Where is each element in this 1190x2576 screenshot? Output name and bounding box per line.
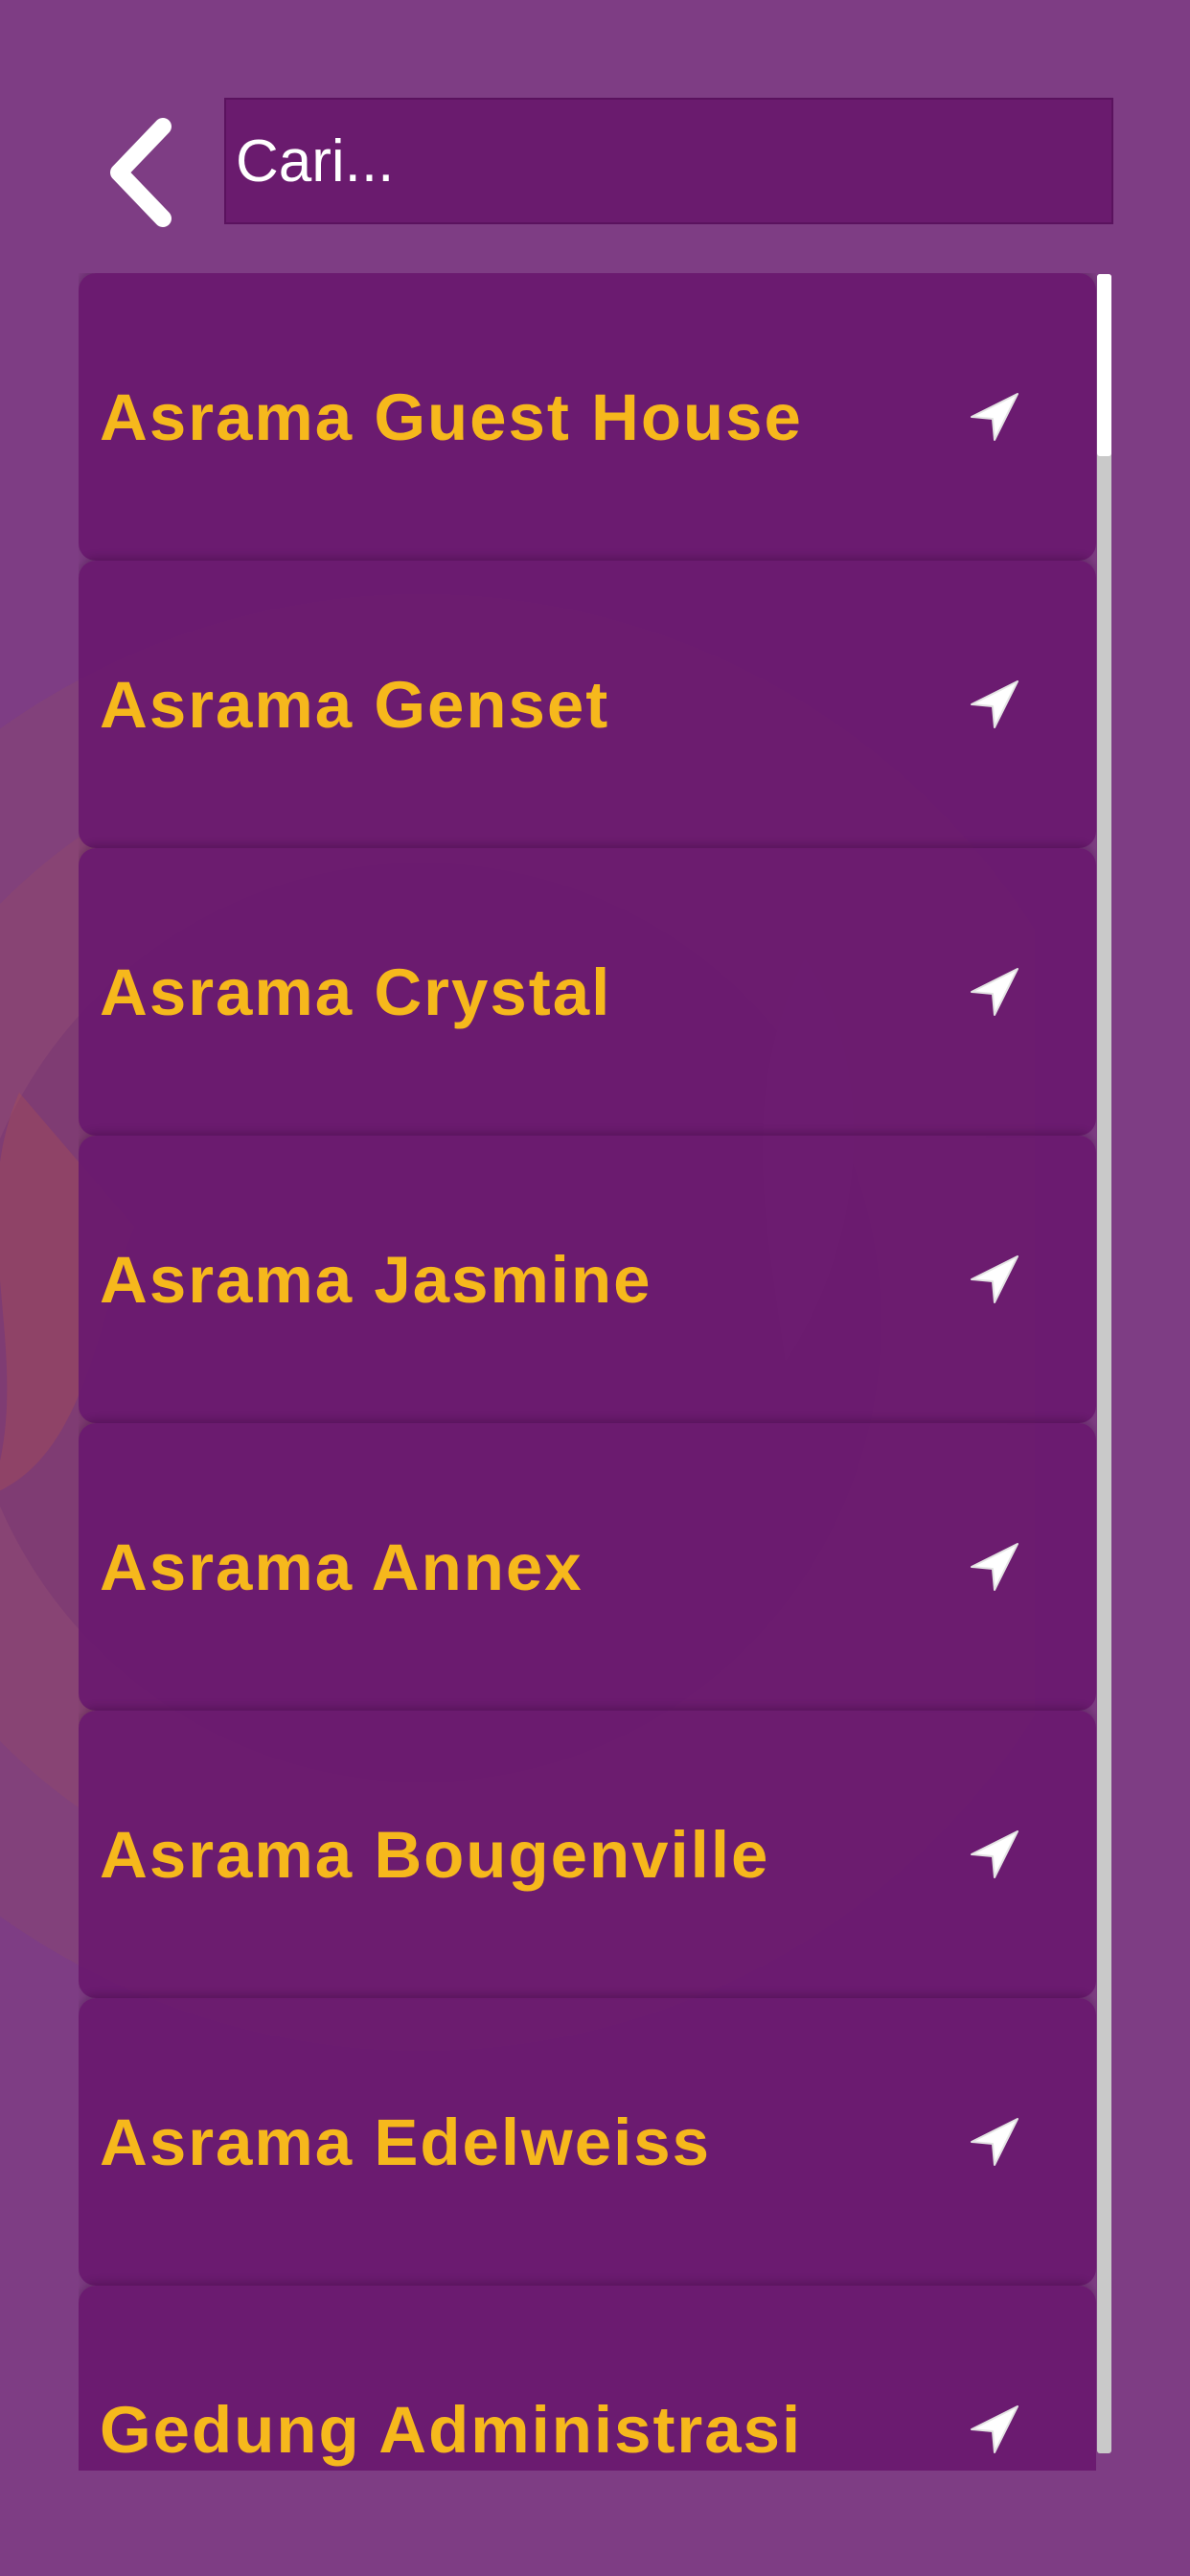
list-item[interactable]: Asrama Genset bbox=[79, 561, 1096, 848]
list-item[interactable]: Asrama Jasmine bbox=[79, 1136, 1096, 1423]
navigate-button[interactable] bbox=[960, 1532, 1029, 1601]
navigate-button[interactable] bbox=[960, 2395, 1029, 2464]
navigate-button[interactable] bbox=[960, 1820, 1029, 1889]
list-item-label: Asrama Guest House bbox=[100, 380, 803, 454]
list-item[interactable]: Asrama Edelweiss bbox=[79, 1998, 1096, 2286]
navigate-button[interactable] bbox=[960, 382, 1029, 451]
list-item-label: Asrama Crystal bbox=[100, 954, 612, 1029]
navigation-arrow-icon bbox=[971, 2118, 1018, 2166]
back-button[interactable] bbox=[103, 115, 184, 230]
list-item-label: Asrama Annex bbox=[100, 1530, 584, 1604]
list-item-label: Asrama Jasmine bbox=[100, 1242, 652, 1317]
navigate-button[interactable] bbox=[960, 957, 1029, 1026]
list-item[interactable]: Gedung Administrasi bbox=[79, 2286, 1096, 2471]
navigation-arrow-icon bbox=[971, 1543, 1018, 1591]
list-item[interactable]: Asrama Guest House bbox=[79, 273, 1096, 561]
list-item-label: Asrama Edelweiss bbox=[100, 2104, 712, 2179]
navigation-arrow-icon bbox=[971, 393, 1018, 441]
navigation-arrow-icon bbox=[971, 1830, 1018, 1878]
navigation-arrow-icon bbox=[971, 680, 1018, 728]
list-item-label: Asrama Bougenville bbox=[100, 1817, 770, 1892]
app-screen: Asrama Guest House Asrama Genset Asrama … bbox=[0, 0, 1190, 2576]
navigation-arrow-icon bbox=[971, 2405, 1018, 2453]
list-item-label: Asrama Genset bbox=[100, 667, 610, 742]
list-item[interactable]: Asrama Bougenville bbox=[79, 1711, 1096, 1998]
list-item[interactable]: Asrama Crystal bbox=[79, 848, 1096, 1136]
chevron-left-icon bbox=[110, 118, 172, 227]
navigate-button[interactable] bbox=[960, 670, 1029, 739]
navigate-button[interactable] bbox=[960, 1245, 1029, 1314]
list-scrollbar[interactable] bbox=[1097, 274, 1111, 2453]
navigate-button[interactable] bbox=[960, 2107, 1029, 2176]
list-item[interactable]: Asrama Annex bbox=[79, 1423, 1096, 1711]
scrollbar-thumb[interactable] bbox=[1097, 274, 1111, 456]
search-input[interactable] bbox=[226, 100, 1111, 222]
navigation-arrow-icon bbox=[971, 968, 1018, 1016]
location-list[interactable]: Asrama Guest House Asrama Genset Asrama … bbox=[79, 273, 1096, 2471]
list-item-label: Gedung Administrasi bbox=[100, 2392, 803, 2467]
navigation-arrow-icon bbox=[971, 1255, 1018, 1303]
search-field[interactable] bbox=[224, 98, 1113, 224]
